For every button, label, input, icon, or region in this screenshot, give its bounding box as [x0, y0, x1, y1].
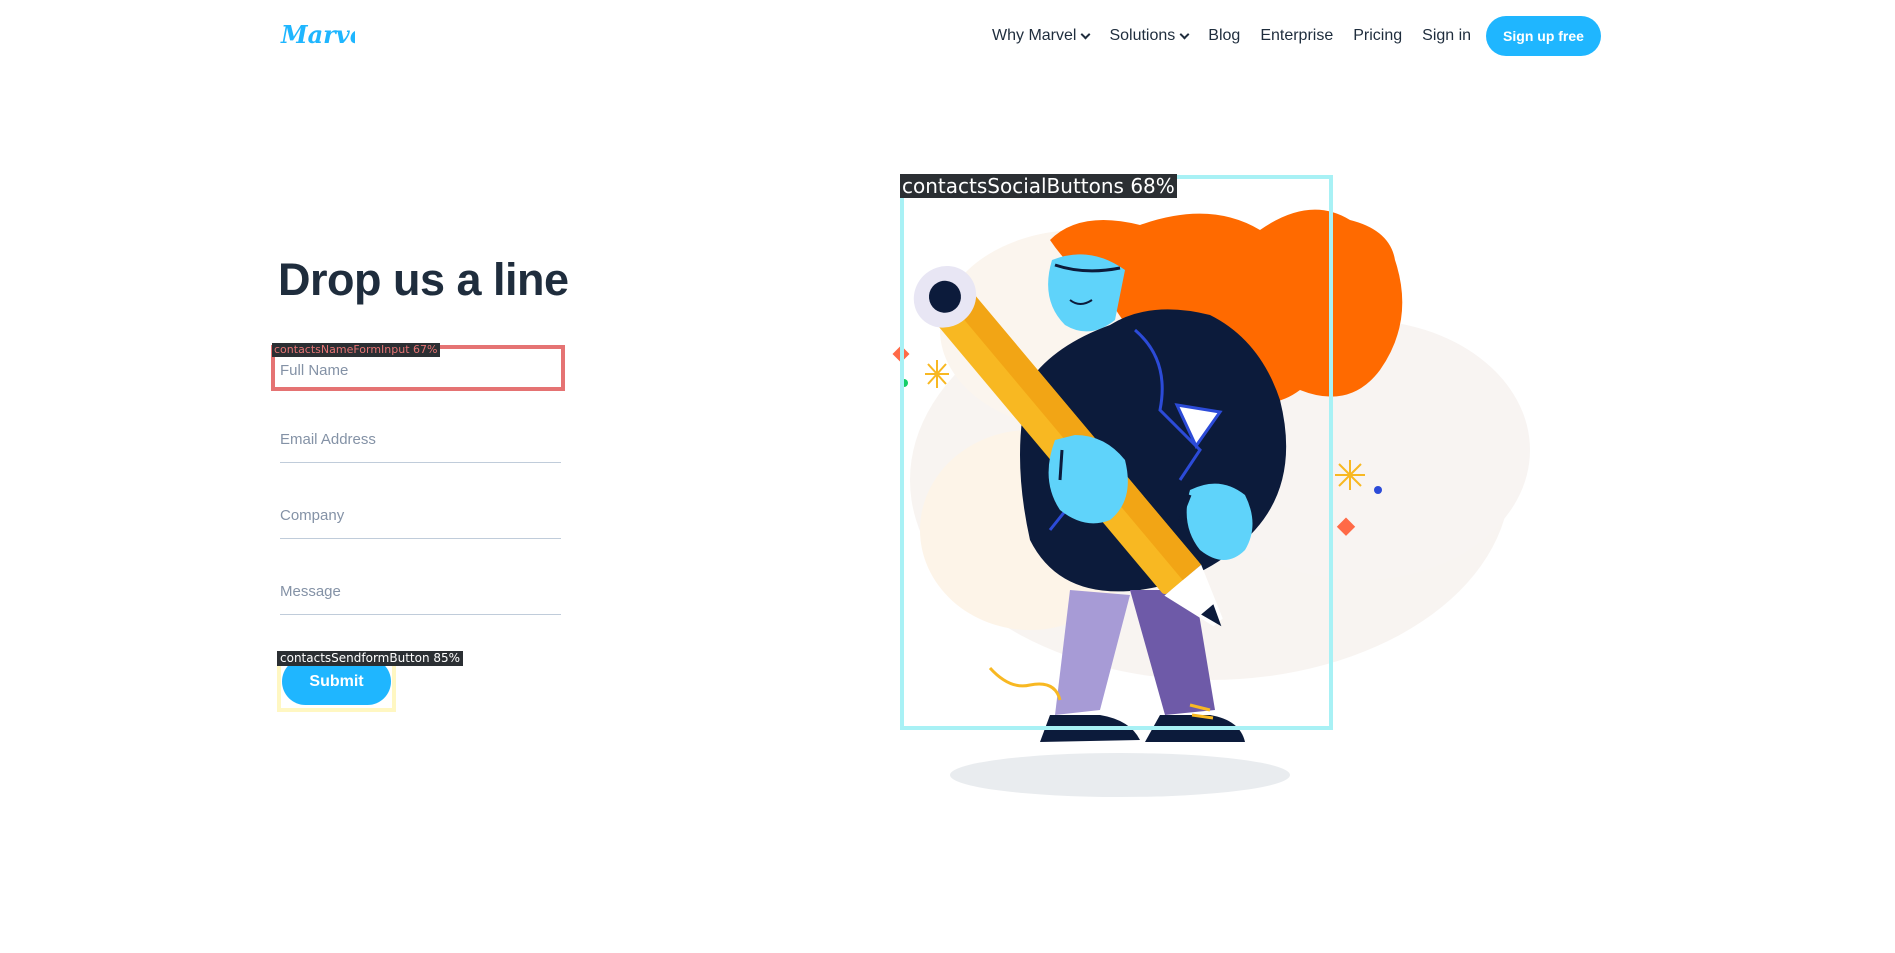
nav-blog[interactable]: Blog — [1208, 27, 1240, 45]
nav-solutions-label: Solutions — [1109, 27, 1176, 44]
nav-solutions[interactable]: Solutions — [1109, 27, 1190, 45]
name-input-detection-label: contactsNameFormInput 67% — [272, 343, 440, 358]
nav-pricing[interactable]: Pricing — [1353, 27, 1402, 45]
svg-text:Marvel: Marvel — [280, 20, 355, 49]
social-buttons-detection-label: contactsSocialButtons 68% — [900, 174, 1177, 198]
chevron-down-icon — [1081, 29, 1091, 39]
submit-detection-label: contactsSendformButton 85% — [277, 651, 464, 667]
chevron-down-icon — [1179, 29, 1190, 39]
email-address-input[interactable] — [280, 425, 561, 463]
company-input[interactable] — [280, 501, 561, 539]
marvel-logo-icon: Marvel — [280, 20, 355, 49]
nav-pricing-label: Pricing — [1353, 27, 1403, 44]
nav-enterprise[interactable]: Enterprise — [1260, 27, 1333, 45]
page-title: Drop us a line — [278, 254, 569, 305]
main-nav: Why Marvel Solutions Blog Enterprise Pri… — [992, 16, 1471, 56]
nav-blog-label: Blog — [1208, 27, 1241, 44]
nav-sign-in[interactable]: Sign in — [1422, 27, 1471, 45]
sign-up-free-button[interactable]: Sign up free — [1486, 16, 1601, 56]
nav-why-marvel-label: Why Marvel — [992, 27, 1077, 44]
message-input[interactable] — [280, 577, 561, 615]
nav-enterprise-label: Enterprise — [1260, 27, 1334, 44]
social-buttons-detection-box — [900, 175, 1333, 730]
nav-why-marvel[interactable]: Why Marvel — [992, 27, 1091, 45]
nav-sign-in-label: Sign in — [1422, 27, 1472, 44]
marvel-logo[interactable]: Marvel — [279, 16, 355, 54]
